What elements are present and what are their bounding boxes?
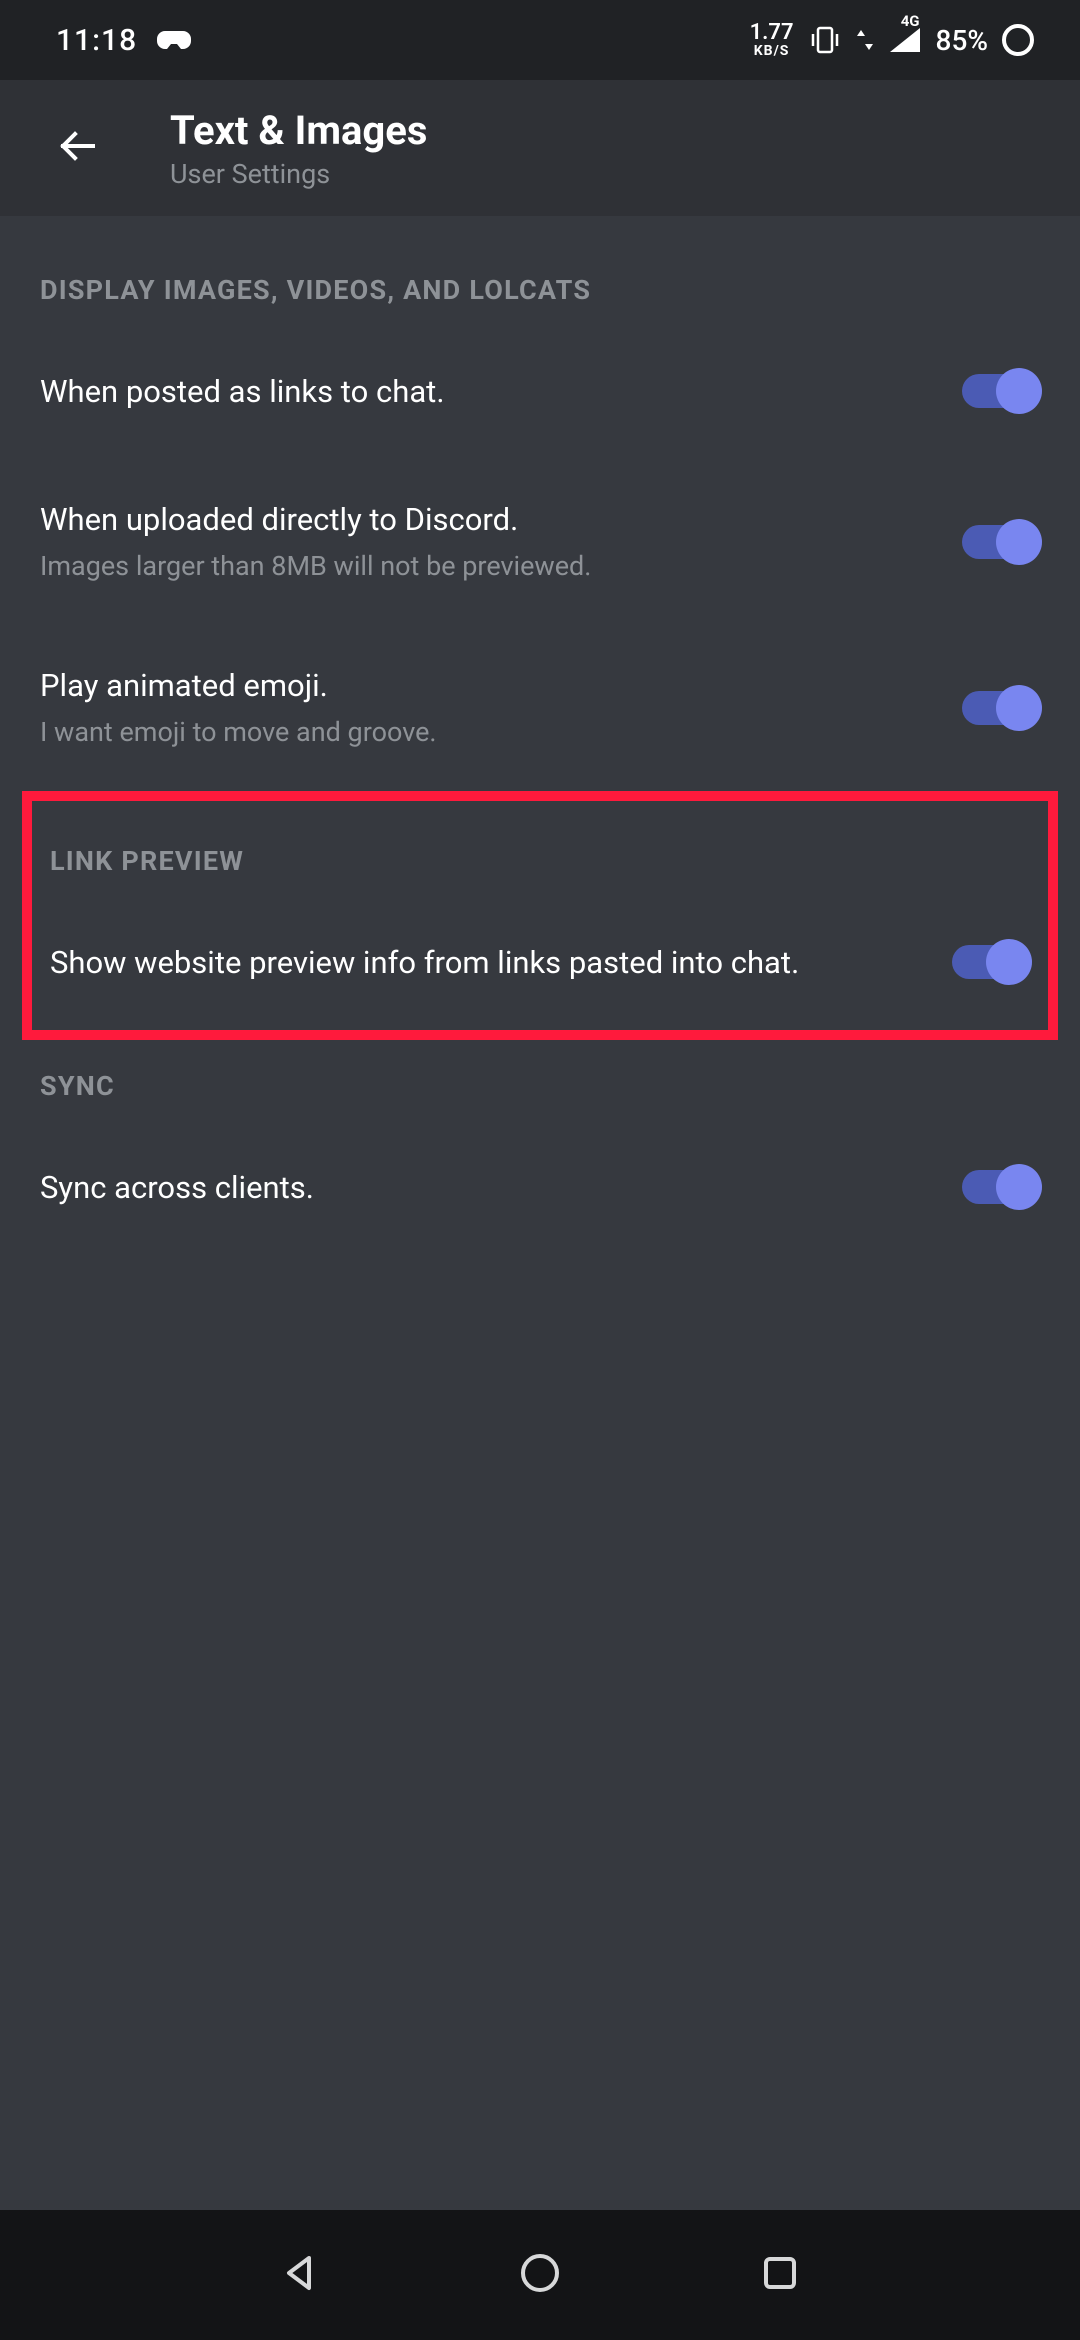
status-time: 11:18: [56, 23, 137, 58]
page-subtitle: User Settings: [170, 158, 427, 190]
toggle-uploaded-directly[interactable]: [962, 517, 1040, 567]
toggle-thumb: [996, 368, 1042, 414]
battery-activity-ring-icon: [1002, 24, 1034, 56]
setting-row-animated-emoji[interactable]: Play animated emoji. I want emoji to mov…: [0, 625, 1080, 791]
setting-text: Show website preview info from links pas…: [50, 944, 952, 981]
status-bar: 11:18 1.77 KB/S 4G: [0, 0, 1080, 80]
setting-text: When uploaded directly to Discord. Image…: [40, 501, 962, 582]
triangle-back-icon: [279, 2252, 321, 2298]
nav-back-button[interactable]: [270, 2245, 330, 2305]
circle-home-icon: [518, 2251, 562, 2299]
toggle-thumb: [996, 685, 1042, 731]
game-controller-icon: [157, 27, 191, 53]
toggle-thumb: [996, 519, 1042, 565]
setting-row-uploaded-directly[interactable]: When uploaded directly to Discord. Image…: [0, 459, 1080, 625]
section-header-link-preview: LINK PREVIEW: [32, 801, 1048, 895]
setting-title: Sync across clients.: [40, 1169, 932, 1206]
data-arrows-icon: [856, 26, 874, 54]
setting-desc: Images larger than 8MB will not be previ…: [40, 550, 932, 582]
vibrate-icon: [808, 23, 842, 57]
arrow-left-icon: [53, 122, 101, 174]
section-header-sync: SYNC: [0, 1040, 1080, 1120]
status-right-group: 1.77 KB/S 4G 85%: [750, 22, 1034, 58]
network-speed-unit: KB/S: [754, 44, 790, 58]
nav-home-button[interactable]: [510, 2245, 570, 2305]
setting-title: Play animated emoji.: [40, 667, 932, 704]
setting-title: When uploaded directly to Discord.: [40, 501, 932, 538]
setting-row-website-preview[interactable]: Show website preview info from links pas…: [32, 895, 1048, 1030]
toggle-thumb: [996, 1164, 1042, 1210]
network-speed-value: 1.77: [750, 22, 794, 44]
system-nav-bar: [0, 2210, 1080, 2340]
app-header: Text & Images User Settings: [0, 80, 1080, 216]
settings-content: DISPLAY IMAGES, VIDEOS, AND LOLCATS When…: [0, 216, 1080, 1255]
network-type-label: 4G: [901, 12, 920, 30]
square-recent-icon: [760, 2253, 800, 2297]
toggle-sync-clients[interactable]: [962, 1162, 1040, 1212]
setting-text: Sync across clients.: [40, 1169, 962, 1206]
back-button[interactable]: [42, 113, 112, 183]
setting-text: Play animated emoji. I want emoji to mov…: [40, 667, 962, 748]
network-speed: 1.77 KB/S: [750, 22, 794, 58]
signal-4g-icon: 4G: [888, 26, 922, 54]
highlight-box-link-preview: LINK PREVIEW Show website preview info f…: [22, 791, 1058, 1040]
setting-desc: I want emoji to move and groove.: [40, 716, 932, 748]
toggle-website-preview[interactable]: [952, 937, 1030, 987]
section-header-display-images: DISPLAY IMAGES, VIDEOS, AND LOLCATS: [0, 216, 1080, 324]
setting-text: When posted as links to chat.: [40, 373, 962, 410]
setting-row-sync-clients[interactable]: Sync across clients.: [0, 1120, 1080, 1255]
toggle-animated-emoji[interactable]: [962, 683, 1040, 733]
battery-percent: 85%: [936, 24, 988, 57]
toggle-links-to-chat[interactable]: [962, 366, 1040, 416]
setting-title: Show website preview info from links pas…: [50, 944, 922, 981]
status-left-group: 11:18: [56, 23, 191, 58]
page-title: Text & Images: [170, 107, 427, 154]
setting-title: When posted as links to chat.: [40, 373, 932, 410]
toggle-thumb: [986, 939, 1032, 985]
setting-row-links-to-chat[interactable]: When posted as links to chat.: [0, 324, 1080, 459]
nav-recent-button[interactable]: [750, 2245, 810, 2305]
header-title-group: Text & Images User Settings: [170, 107, 427, 190]
